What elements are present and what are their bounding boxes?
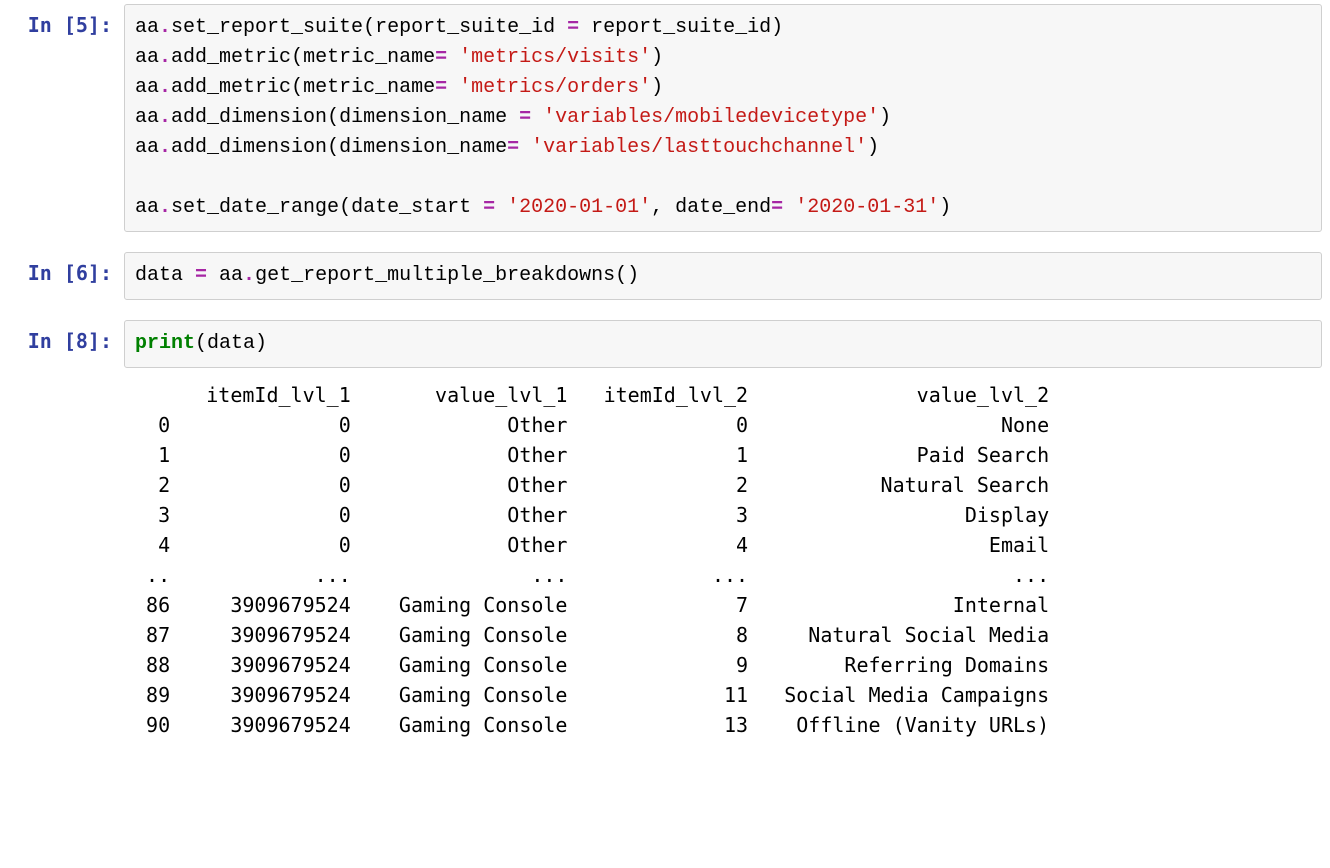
code-token: = — [519, 106, 543, 129]
code-line: print(data) — [135, 329, 1311, 359]
code-line: data = aa.get_report_multiple_breakdowns… — [135, 261, 1311, 291]
output-prompt-empty — [0, 372, 124, 748]
code-token: set_date_range — [171, 196, 339, 219]
cell-prompt: In [5]: — [0, 0, 124, 236]
code-token: add_metric — [171, 46, 291, 69]
code-token: . — [159, 46, 171, 69]
code-token: . — [159, 196, 171, 219]
code-line: aa.add_dimension(dimension_name= 'variab… — [135, 133, 1311, 163]
code-token: ) — [867, 136, 879, 159]
notebook-cell-8-output: itemId_lvl_1 value_lvl_1 itemId_lvl_2 va… — [0, 372, 1330, 748]
code-token: 'variables/lasttouchchannel' — [531, 136, 867, 159]
code-token: aa — [207, 264, 243, 287]
cell-prompt: In [8]: — [0, 316, 124, 372]
code-token: (dimension_name — [327, 106, 519, 129]
cell-prompt: In [6]: — [0, 248, 124, 304]
code-token: aa — [135, 76, 159, 99]
code-token: = — [567, 16, 579, 39]
output-text: itemId_lvl_1 value_lvl_1 itemId_lvl_2 va… — [124, 372, 1322, 748]
code-token: (metric_name — [291, 76, 435, 99]
code-input-area[interactable]: print(data) — [124, 320, 1322, 368]
code-token: (report_suite_id — [363, 16, 567, 39]
code-token: () — [615, 264, 639, 287]
code-token: '2020-01-31' — [795, 196, 939, 219]
notebook-cell-6: In [6]: data = aa.get_report_multiple_br… — [0, 248, 1330, 304]
code-token: data — [135, 264, 195, 287]
code-line: aa.set_report_suite(report_suite_id = re… — [135, 13, 1311, 43]
code-token: = — [483, 196, 507, 219]
code-token: 'metrics/visits' — [459, 46, 651, 69]
code-input-area[interactable]: aa.set_report_suite(report_suite_id = re… — [124, 4, 1322, 232]
code-token: = — [771, 196, 795, 219]
code-token: . — [159, 106, 171, 129]
code-token: = — [195, 264, 207, 287]
code-token: add_metric — [171, 76, 291, 99]
code-token: print — [135, 332, 195, 355]
code-token: . — [159, 136, 171, 159]
code-token: '2020-01-01' — [507, 196, 651, 219]
code-token: aa — [135, 16, 159, 39]
code-token: . — [243, 264, 255, 287]
code-line — [135, 163, 1311, 193]
code-token: = — [435, 76, 459, 99]
code-token: , date_end — [651, 196, 771, 219]
code-token: 'variables/mobiledevicetype' — [543, 106, 879, 129]
notebook-cell-8: In [8]: print(data) — [0, 316, 1330, 372]
code-token: ) — [651, 46, 663, 69]
code-token: aa — [135, 46, 159, 69]
code-token: . — [159, 76, 171, 99]
code-token: report_suite_id) — [579, 16, 783, 39]
code-token: (data) — [195, 332, 267, 355]
code-token: (metric_name — [291, 46, 435, 69]
code-token: add_dimension — [171, 106, 327, 129]
notebook-cell-5: In [5]: aa.set_report_suite(report_suite… — [0, 0, 1330, 236]
code-line: aa.add_metric(metric_name= 'metrics/orde… — [135, 73, 1311, 103]
code-token: ) — [939, 196, 951, 219]
code-token: aa — [135, 136, 159, 159]
code-input-area[interactable]: data = aa.get_report_multiple_breakdowns… — [124, 252, 1322, 300]
code-token: aa — [135, 106, 159, 129]
code-token: get_report_multiple_breakdowns — [255, 264, 615, 287]
code-token: aa — [135, 196, 159, 219]
code-line: aa.add_dimension(dimension_name = 'varia… — [135, 103, 1311, 133]
code-token: ) — [651, 76, 663, 99]
code-token: (date_start — [339, 196, 483, 219]
code-token: . — [159, 16, 171, 39]
code-token: = — [435, 46, 459, 69]
code-token: 'metrics/orders' — [459, 76, 651, 99]
code-token: add_dimension — [171, 136, 327, 159]
code-token: ) — [879, 106, 891, 129]
code-token: set_report_suite — [171, 16, 363, 39]
code-line: aa.add_metric(metric_name= 'metrics/visi… — [135, 43, 1311, 73]
code-token: (dimension_name — [327, 136, 507, 159]
code-token: = — [507, 136, 531, 159]
code-line: aa.set_date_range(date_start = '2020-01-… — [135, 193, 1311, 223]
